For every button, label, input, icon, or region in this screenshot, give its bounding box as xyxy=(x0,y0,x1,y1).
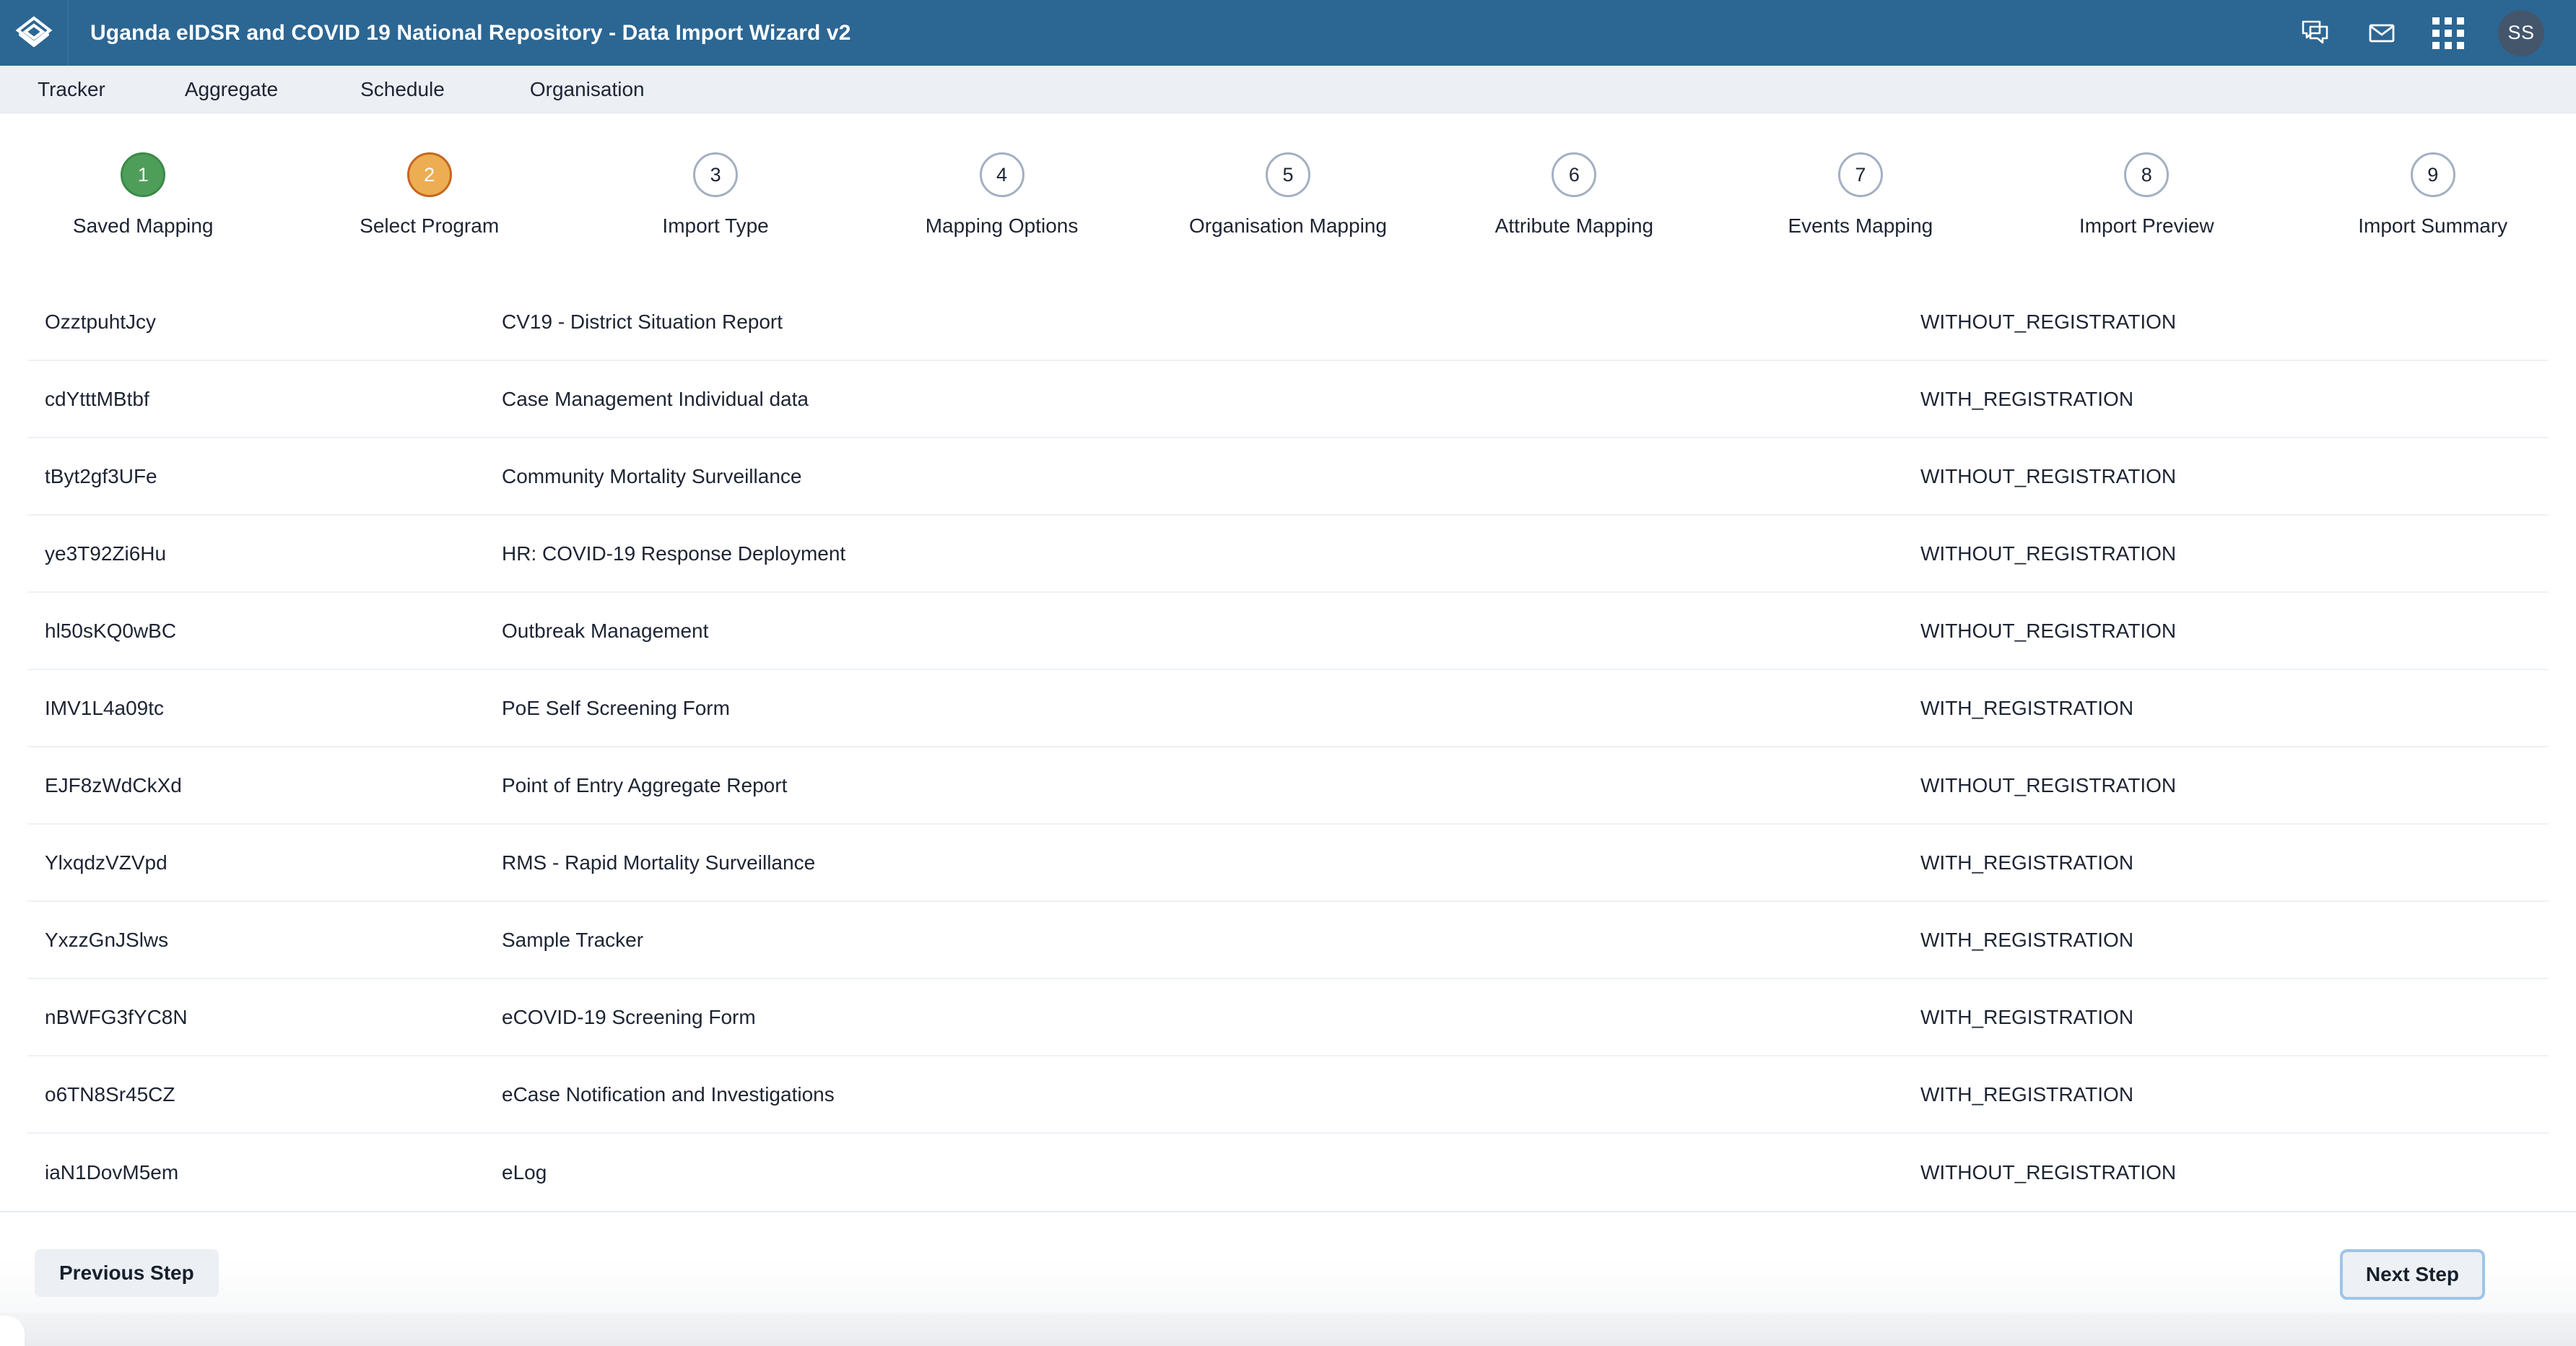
step-label: Organisation Mapping xyxy=(1188,214,1387,237)
step-number: 9 xyxy=(2410,152,2455,197)
program-id: YlxqdzVZVpd xyxy=(45,851,167,874)
program-id: ye3T92Zi6Hu xyxy=(45,542,167,565)
program-name: RMS - Rapid Mortality Surveillance xyxy=(502,851,816,874)
table-row[interactable]: OzztpuhtJcy CV19 - District Situation Re… xyxy=(27,284,2549,361)
step-label: Attribute Mapping xyxy=(1494,214,1654,237)
step-label: Import Preview xyxy=(2079,214,2214,237)
step-mapping-options[interactable]: 4 Mapping Options xyxy=(858,152,1144,284)
step-label: Events Mapping xyxy=(1788,214,1933,237)
program-registration-type: WITH_REGISTRATION xyxy=(1920,696,2134,719)
program-name: eLog xyxy=(502,1160,547,1184)
step-number: 5 xyxy=(1265,152,1310,197)
wizard-stepper: 1 Saved Mapping 2 Select Program 3 Impor… xyxy=(0,113,2576,284)
step-attribute-mapping[interactable]: 6 Attribute Mapping xyxy=(1431,152,1717,284)
step-number: 3 xyxy=(693,152,739,197)
table-row[interactable]: nBWFG3fYC8N eCOVID-19 Screening Form WIT… xyxy=(27,979,2549,1056)
program-name: Outbreak Management xyxy=(502,619,709,642)
program-id: iaN1DovM5em xyxy=(45,1160,179,1184)
program-registration-type: WITH_REGISTRATION xyxy=(1920,1005,2134,1028)
program-id: IMV1L4a09tc xyxy=(45,696,164,719)
layers-diamond-icon xyxy=(14,13,54,53)
step-number: 4 xyxy=(979,152,1024,197)
wizard-body: 1 Saved Mapping 2 Select Program 3 Impor… xyxy=(0,113,2576,1346)
tab-schedule[interactable]: Schedule xyxy=(360,78,445,101)
table-row[interactable]: YlxqdzVZVpd RMS - Rapid Mortality Survei… xyxy=(27,825,2549,902)
app-header: Uganda eIDSR and COVID 19 National Repos… xyxy=(0,0,2576,66)
apps-grid-dots xyxy=(2432,17,2464,49)
program-name: HR: COVID-19 Response Deployment xyxy=(502,542,846,565)
step-import-summary[interactable]: 9 Import Summary xyxy=(2290,152,2576,284)
program-name: PoE Self Screening Form xyxy=(502,696,730,719)
step-label: Import Summary xyxy=(2358,214,2508,237)
program-name: eCase Notification and Investigations xyxy=(502,1082,835,1106)
program-id: cdYtttMBtbf xyxy=(45,387,149,410)
step-number: 8 xyxy=(2124,152,2170,197)
previous-step-button[interactable]: Previous Step xyxy=(35,1249,219,1297)
table-row[interactable]: YxzzGnJSlws Sample Tracker WITH_REGISTRA… xyxy=(27,902,2549,979)
step-number: 6 xyxy=(1552,152,1597,197)
next-step-button[interactable]: Next Step xyxy=(2339,1249,2485,1300)
step-select-program[interactable]: 2 Select Program xyxy=(286,152,572,284)
envelope-icon[interactable] xyxy=(2365,17,2398,50)
program-registration-type: WITH_REGISTRATION xyxy=(1920,928,2134,951)
table-row[interactable]: tByt2gf3UFe Community Mortality Surveill… xyxy=(27,438,2549,516)
step-number: 1 xyxy=(121,152,166,197)
step-number: 7 xyxy=(1837,152,1883,197)
program-name: Sample Tracker xyxy=(502,928,644,951)
apps-grid-icon[interactable] xyxy=(2432,17,2465,50)
program-registration-type: WITHOUT_REGISTRATION xyxy=(1920,464,2177,487)
step-label: Select Program xyxy=(360,214,500,237)
table-bottom-divider xyxy=(0,1211,2576,1212)
header-actions: SS xyxy=(2299,9,2576,56)
step-import-preview[interactable]: 8 Import Preview xyxy=(2003,152,2289,284)
secondary-nav: Tracker Aggregate Schedule Organisation xyxy=(0,66,2576,113)
program-name: eCOVID-19 Screening Form xyxy=(502,1005,756,1028)
tab-aggregate[interactable]: Aggregate xyxy=(185,78,278,101)
app-logo[interactable] xyxy=(0,0,69,66)
program-id: tByt2gf3UFe xyxy=(45,464,157,487)
program-name: Point of Entry Aggregate Report xyxy=(502,773,788,796)
step-label: Mapping Options xyxy=(925,214,1079,237)
avatar[interactable]: SS xyxy=(2498,9,2544,56)
step-label: Import Type xyxy=(662,214,769,237)
program-registration-type: WITHOUT_REGISTRATION xyxy=(1920,542,2177,565)
step-events-mapping[interactable]: 7 Events Mapping xyxy=(1718,152,2003,284)
step-import-type[interactable]: 3 Import Type xyxy=(573,152,858,284)
app-title: Uganda eIDSR and COVID 19 National Repos… xyxy=(90,20,851,45)
program-id: hl50sKQ0wBC xyxy=(45,619,177,642)
table-row[interactable]: iaN1DovM5em eLog WITHOUT_REGISTRATION xyxy=(27,1134,2549,1211)
footer-strip xyxy=(0,1313,2576,1346)
program-list-table: OzztpuhtJcy CV19 - District Situation Re… xyxy=(0,284,2576,1211)
table-row[interactable]: IMV1L4a09tc PoE Self Screening Form WITH… xyxy=(27,670,2549,747)
step-number: 2 xyxy=(406,152,452,197)
table-row[interactable]: cdYtttMBtbf Case Management Individual d… xyxy=(27,361,2549,438)
tab-tracker[interactable]: Tracker xyxy=(38,78,105,101)
step-organisation-mapping[interactable]: 5 Organisation Mapping xyxy=(1145,152,1431,284)
program-registration-type: WITH_REGISTRATION xyxy=(1920,851,2134,874)
program-registration-type: WITH_REGISTRATION xyxy=(1920,387,2134,410)
table-row[interactable]: EJF8zWdCkXd Point of Entry Aggregate Rep… xyxy=(27,747,2549,825)
program-registration-type: WITHOUT_REGISTRATION xyxy=(1920,619,2177,642)
step-saved-mapping[interactable]: 1 Saved Mapping xyxy=(0,152,286,284)
program-name: Case Management Individual data xyxy=(502,387,809,410)
program-name: Community Mortality Surveillance xyxy=(502,464,802,487)
table-row[interactable]: o6TN8Sr45CZ eCase Notification and Inves… xyxy=(27,1056,2549,1134)
program-registration-type: WITHOUT_REGISTRATION xyxy=(1920,1160,2177,1184)
program-id: YxzzGnJSlws xyxy=(45,928,169,951)
chat-bubbles-icon[interactable] xyxy=(2299,17,2332,50)
program-id: nBWFG3fYC8N xyxy=(45,1005,188,1028)
wizard-footer: Previous Step Next Step xyxy=(0,1223,2576,1346)
step-label: Saved Mapping xyxy=(72,214,214,237)
program-registration-type: WITHOUT_REGISTRATION xyxy=(1920,310,2177,333)
tab-organisation[interactable]: Organisation xyxy=(530,78,645,101)
program-id: OzztpuhtJcy xyxy=(45,310,157,333)
table-row[interactable]: ye3T92Zi6Hu HR: COVID-19 Response Deploy… xyxy=(27,516,2549,593)
program-id: o6TN8Sr45CZ xyxy=(45,1082,175,1106)
program-id: EJF8zWdCkXd xyxy=(45,773,182,796)
table-row[interactable]: hl50sKQ0wBC Outbreak Management WITHOUT_… xyxy=(27,593,2549,670)
program-name: CV19 - District Situation Report xyxy=(502,310,783,333)
program-registration-type: WITH_REGISTRATION xyxy=(1920,1082,2134,1106)
program-registration-type: WITHOUT_REGISTRATION xyxy=(1920,773,2177,796)
